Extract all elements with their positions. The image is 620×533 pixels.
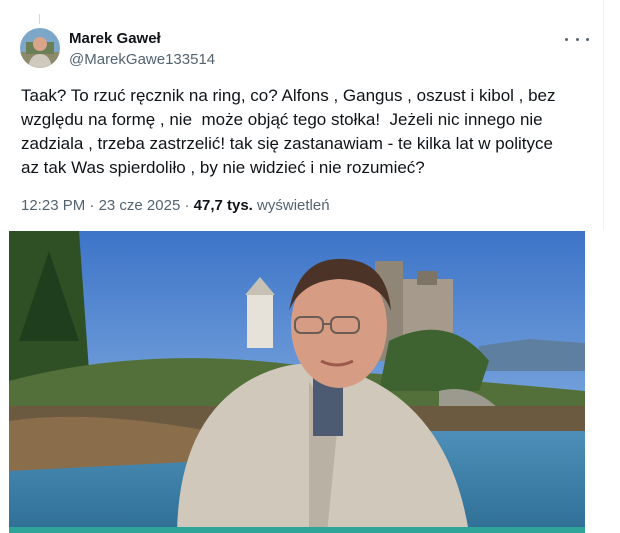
- tweet-text: Taak? To rzuć ręcznik na ring, co? Alfon…: [21, 86, 556, 177]
- more-horizontal-icon[interactable]: [565, 29, 589, 49]
- author-handle[interactable]: @MarekGawe133514: [69, 51, 215, 68]
- views-count: 47,7 tys.: [193, 197, 253, 214]
- avatar[interactable]: [20, 28, 60, 68]
- tweet-card: Marek Gaweł @MarekGawe133514 Taak? To rz…: [0, 0, 604, 230]
- author-name[interactable]: Marek Gaweł: [69, 30, 161, 47]
- thread-line: [39, 14, 40, 24]
- tweet-meta: 12:23 PM · 23 cze 2025 · 47,7 tys. wyświ…: [21, 197, 330, 214]
- meta-separator: ·: [184, 197, 190, 214]
- tweet-date[interactable]: 23 cze 2025: [99, 197, 181, 214]
- tweet-time[interactable]: 12:23 PM: [21, 197, 85, 214]
- views-label: wyświetleń: [257, 197, 330, 214]
- meta-separator: ·: [89, 197, 95, 214]
- tweet-photo[interactable]: [9, 231, 585, 533]
